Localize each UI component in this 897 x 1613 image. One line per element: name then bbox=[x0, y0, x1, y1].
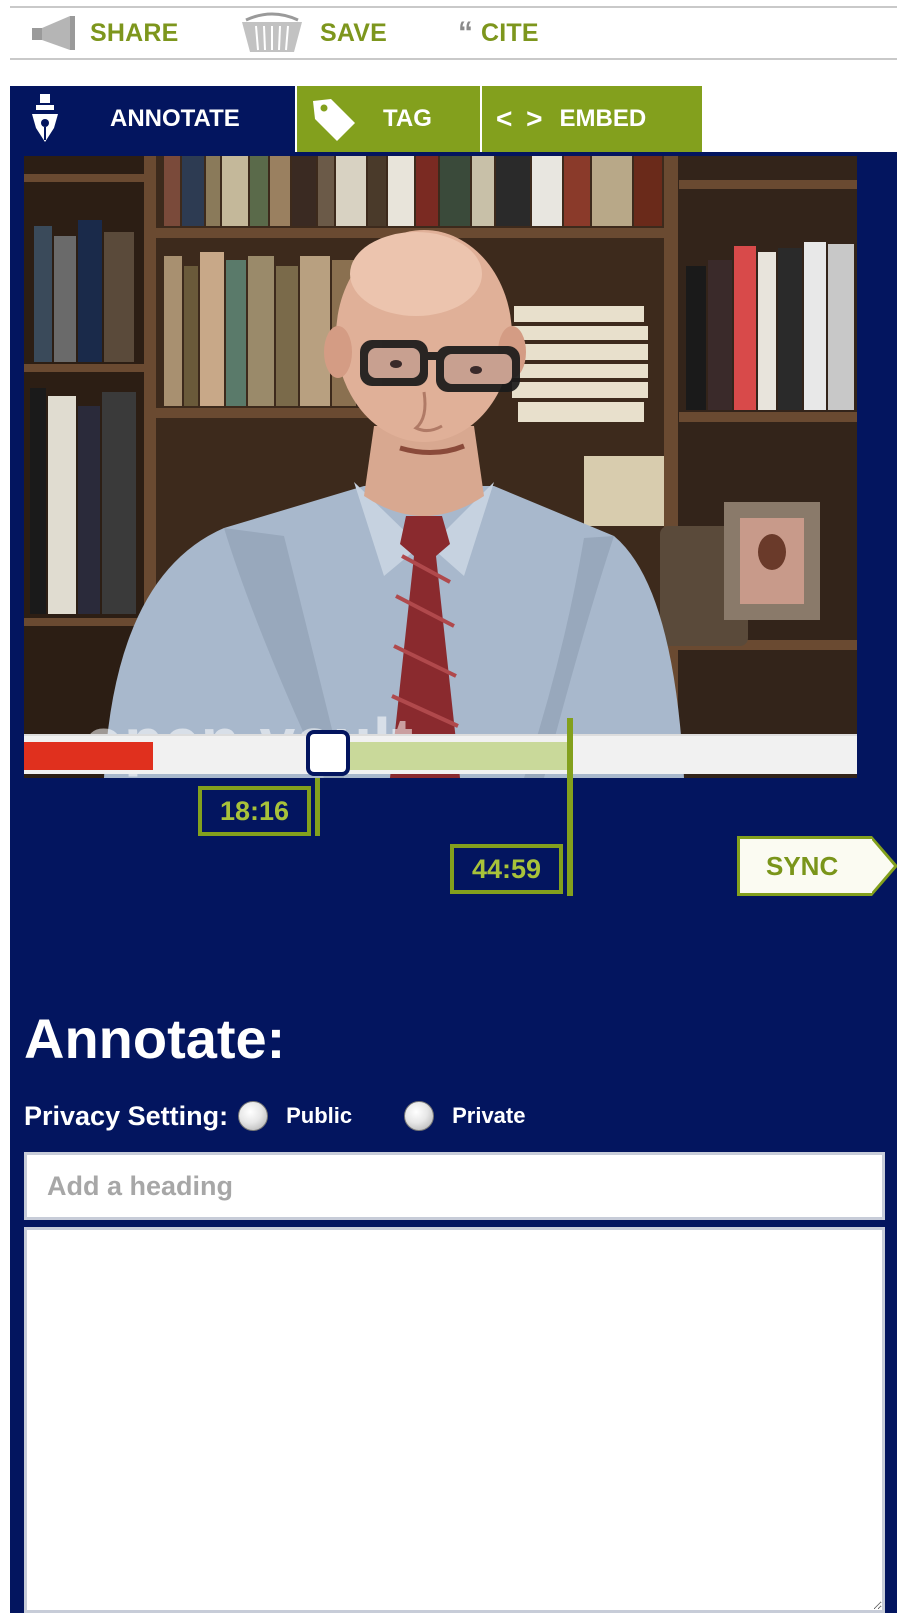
action-toolbar: SHARE SAVE “ CITE bbox=[10, 6, 897, 60]
cite-button[interactable]: “ CITE bbox=[458, 8, 539, 58]
tab-tag-label: TAG bbox=[383, 105, 432, 132]
save-button[interactable]: SAVE bbox=[238, 8, 387, 58]
annotation-panel: ANNOTATE TAG < > EMBED 18:16 44:59 SYNC … bbox=[10, 86, 897, 1613]
pen-nib-icon bbox=[32, 94, 58, 142]
public-radio[interactable] bbox=[238, 1101, 269, 1131]
tab-annotate[interactable]: ANNOTATE bbox=[10, 86, 295, 152]
played-segment bbox=[24, 742, 153, 770]
range-end-connector bbox=[567, 718, 573, 896]
cite-label: CITE bbox=[481, 18, 539, 47]
private-radio[interactable] bbox=[404, 1101, 435, 1131]
selected-range-segment bbox=[328, 742, 570, 770]
heading-input[interactable] bbox=[24, 1152, 885, 1220]
code-brackets-icon: < > bbox=[496, 103, 546, 134]
share-label: SHARE bbox=[90, 18, 179, 47]
public-radio-label: Public bbox=[286, 1103, 353, 1128]
share-button[interactable]: SHARE bbox=[30, 8, 179, 58]
range-start-handle[interactable] bbox=[306, 730, 350, 776]
sync-label: SYNC bbox=[766, 850, 839, 881]
tab-embed[interactable]: < > EMBED bbox=[482, 86, 702, 152]
range-end-time[interactable]: 44:59 bbox=[450, 844, 564, 894]
privacy-setting: Privacy Setting: Public Private bbox=[24, 1096, 525, 1136]
tag-icon bbox=[313, 99, 355, 141]
video-frame bbox=[24, 156, 857, 778]
quote-icon: “ bbox=[458, 16, 473, 49]
video-progress-bar[interactable] bbox=[24, 730, 857, 776]
basket-icon bbox=[242, 12, 302, 52]
sync-button[interactable]: SYNC bbox=[737, 836, 897, 896]
save-label: SAVE bbox=[320, 18, 388, 47]
video-player[interactable]: open vault bbox=[24, 156, 857, 778]
megaphone-icon bbox=[32, 16, 75, 50]
tab-annotate-label: ANNOTATE bbox=[110, 105, 240, 132]
annotation-body-textarea[interactable] bbox=[24, 1227, 885, 1613]
private-radio-label: Private bbox=[452, 1103, 526, 1128]
annotate-heading: Annotate: bbox=[24, 1007, 286, 1070]
tab-tag[interactable]: TAG bbox=[297, 86, 480, 152]
range-start-time[interactable]: 18:16 bbox=[198, 786, 312, 836]
privacy-label: Privacy Setting: bbox=[24, 1100, 229, 1131]
range-start-connector bbox=[315, 778, 320, 836]
tab-embed-label: EMBED bbox=[559, 105, 647, 132]
